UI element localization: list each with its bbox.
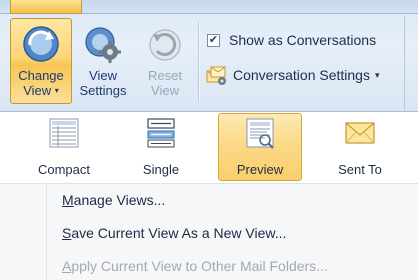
conversation-settings-icon — [206, 66, 226, 85]
ribbon-tab-strip — [0, 0, 418, 14]
check-icon: ✔ — [208, 33, 219, 46]
reset-view-label-1: Reset — [148, 68, 182, 83]
gallery-item-label: Compact — [37, 162, 91, 177]
conversation-settings-label: Conversation Settings — [233, 67, 370, 83]
checkbox-checked-icon[interactable]: ✔ — [207, 33, 220, 47]
ribbon: Change View ▾ View Settings Reset View ✔… — [0, 0, 418, 112]
show-as-conversations-checkbox[interactable]: ✔ Show as Conversations — [207, 32, 376, 48]
view-settings-label-1: View — [89, 68, 117, 83]
chevron-down-icon: ▾ — [374, 69, 380, 80]
ribbon-separator — [198, 22, 199, 102]
ribbon-tab-active[interactable] — [10, 0, 82, 14]
envelope-icon — [345, 122, 375, 144]
show-as-conversations-label: Show as Conversations — [229, 32, 377, 48]
menu-item-save-current-view[interactable]: Save Current View As a New View... — [62, 225, 286, 241]
menu-accel-key: M — [62, 192, 74, 208]
view-settings-button[interactable]: View Settings — [72, 18, 134, 104]
menu-divider — [0, 183, 418, 184]
menu-gutter — [46, 183, 47, 280]
reset-view-label-2: View — [151, 83, 179, 98]
preview-view-icon — [246, 118, 274, 149]
view-gallery: Compact Single Preview Sent To — [0, 113, 418, 183]
menu-item-label: ave Current View As a New View... — [71, 225, 287, 241]
ribbon-group-edge — [404, 16, 405, 110]
chevron-down-icon: ▾ — [54, 86, 59, 95]
menu-item-label: pply Current View to Other Mail Folders.… — [71, 258, 328, 274]
view-settings-label-2: Settings — [79, 83, 127, 98]
change-view-label-1: Change — [18, 68, 64, 83]
gallery-item-preview[interactable]: Preview — [218, 113, 302, 181]
gallery-item-compact[interactable]: Compact — [22, 113, 106, 181]
gallery-item-label: Sent To — [338, 162, 382, 177]
view-settings-gear-icon — [85, 27, 121, 63]
gallery-item-single[interactable]: Single — [118, 113, 204, 181]
change-view-icon — [23, 26, 59, 62]
menu-item-manage-views[interactable]: Manage Views... — [62, 192, 165, 208]
gallery-item-label: Single — [142, 162, 180, 177]
compact-view-icon — [49, 118, 79, 148]
reset-view-button[interactable]: Reset View — [134, 18, 196, 104]
single-view-icon — [147, 118, 175, 148]
menu-accel-key: S — [62, 225, 72, 241]
menu-item-apply-current-view[interactable]: Apply Current View to Other Mail Folders… — [62, 258, 328, 274]
reset-view-icon — [149, 29, 181, 61]
gallery-item-sent-to[interactable]: Sent To — [318, 113, 402, 181]
change-view-label-2: View — [23, 83, 52, 98]
change-view-button[interactable]: Change View ▾ — [10, 18, 72, 104]
menu-item-label: anage Views... — [73, 192, 166, 208]
menu-accel-key: A — [62, 258, 72, 274]
gallery-item-label: Preview — [236, 162, 284, 177]
conversation-settings-dropdown[interactable]: Conversation Settings ▾ — [205, 64, 380, 86]
